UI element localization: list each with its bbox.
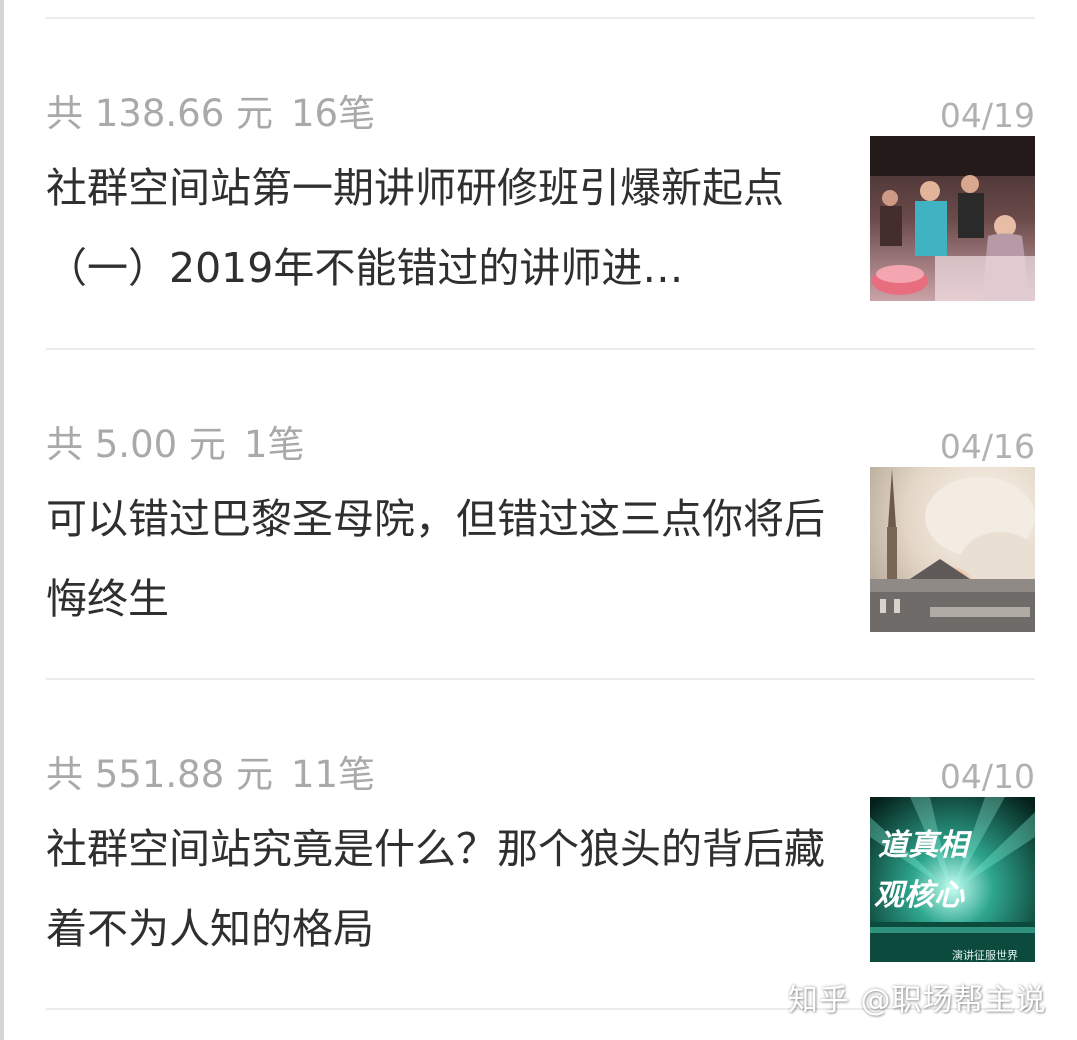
record-summary: 共 551.88 元 11笔 (46, 755, 375, 795)
watermark: 知乎 @职场帮主说 (788, 983, 1047, 1018)
article-title[interactable]: 社群空间站第一期讲师研修班引爆新起点（一）2019年不能错过的讲师进… (46, 148, 861, 308)
record-summary: 共 138.66 元 16笔 (46, 94, 375, 134)
article-thumbnail[interactable]: 道真相 观核心 演讲征服世界 (870, 797, 1035, 962)
article-title[interactable]: 社群空间站究竟是什么？那个狼头的背后藏着不为人知的格局 (46, 809, 861, 969)
left-edge-border (0, 0, 4, 1040)
record-count: 16笔 (291, 92, 376, 135)
record-date: 04/10 (939, 757, 1035, 796)
thumbnail-text: 道真相 (878, 828, 973, 863)
article-thumbnail[interactable] (870, 467, 1035, 632)
record-count: 11笔 (291, 753, 376, 796)
record-summary: 共 5.00 元 1笔 (46, 425, 304, 465)
record-count: 1笔 (243, 423, 305, 466)
record-date: 04/16 (939, 427, 1035, 466)
record-amount: 5.00 元 (94, 423, 226, 466)
article-thumbnail[interactable] (870, 136, 1035, 301)
list-item[interactable]: 共 5.00 元 1笔 04/16 可以错过巴黎圣母院，但错过这三点你将后悔终生 (46, 349, 1035, 679)
total-prefix: 共 (46, 423, 83, 466)
total-prefix: 共 (46, 92, 83, 135)
list-item[interactable]: 共 138.66 元 16笔 04/19 社群空间站第一期讲师研修班引爆新起点（一… (46, 18, 1035, 348)
total-prefix: 共 (46, 753, 83, 796)
list-item[interactable]: 共 551.88 元 11笔 04/10 社群空间站究竟是什么？那个狼头的背后藏着… (46, 679, 1035, 1009)
thumbnail-text: 观核心 (874, 878, 965, 913)
record-amount: 138.66 元 (94, 92, 273, 135)
record-amount: 551.88 元 (94, 753, 273, 796)
page: 共 138.66 元 16笔 04/19 社群空间站第一期讲师研修班引爆新起点（一… (0, 0, 1077, 1040)
thumbnail-caption: 演讲征服世界 (952, 948, 1018, 962)
record-date: 04/19 (939, 96, 1035, 135)
article-title[interactable]: 可以错过巴黎圣母院，但错过这三点你将后悔终生 (46, 479, 861, 639)
